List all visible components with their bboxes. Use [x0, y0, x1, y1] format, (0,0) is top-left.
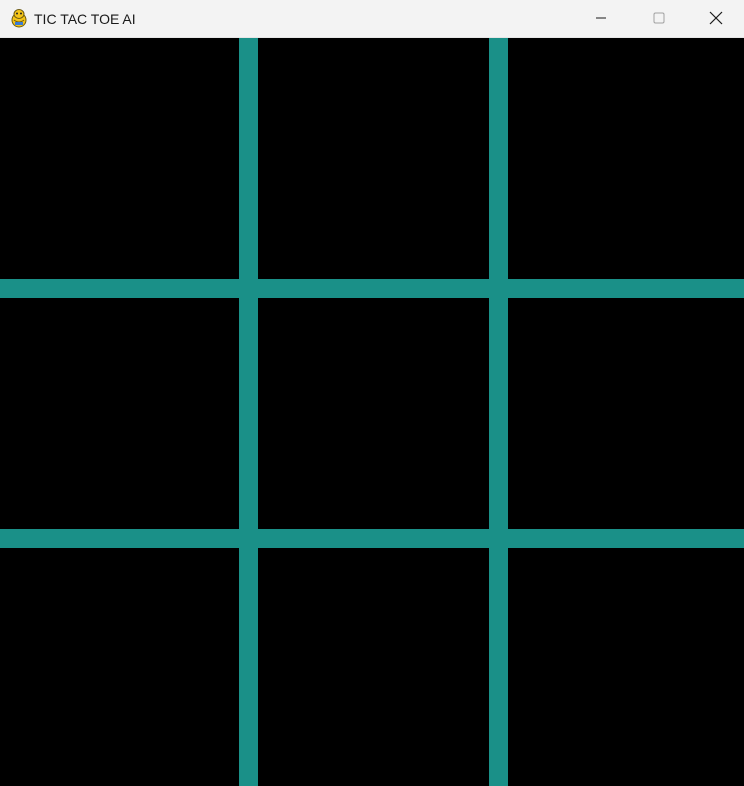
grid-line-horizontal-2 [0, 529, 744, 548]
title-bar[interactable]: TIC TAC TOE AI [0, 0, 744, 38]
cell-0-0[interactable] [0, 38, 239, 279]
close-icon [709, 11, 723, 28]
cell-1-1[interactable] [258, 298, 489, 529]
cell-2-1[interactable] [258, 548, 489, 786]
cell-1-0[interactable] [0, 298, 239, 529]
grid-line-vertical-2 [489, 38, 508, 786]
game-window: TIC TAC TOE AI [0, 0, 744, 786]
cell-1-2[interactable] [508, 298, 744, 529]
grid-line-horizontal-1 [0, 279, 744, 298]
cell-0-1[interactable] [258, 38, 489, 279]
game-board[interactable] [0, 38, 744, 786]
grid-line-vertical-1 [239, 38, 258, 786]
minimize-button[interactable] [572, 0, 630, 38]
minimize-icon [595, 11, 607, 27]
maximize-icon [653, 11, 665, 27]
cell-2-2[interactable] [508, 548, 744, 786]
pygame-snake-icon [9, 8, 29, 28]
window-title: TIC TAC TOE AI [34, 11, 136, 27]
close-button[interactable] [688, 0, 744, 38]
cell-2-0[interactable] [0, 548, 239, 786]
cell-0-2[interactable] [508, 38, 744, 279]
maximize-button[interactable] [630, 0, 688, 38]
